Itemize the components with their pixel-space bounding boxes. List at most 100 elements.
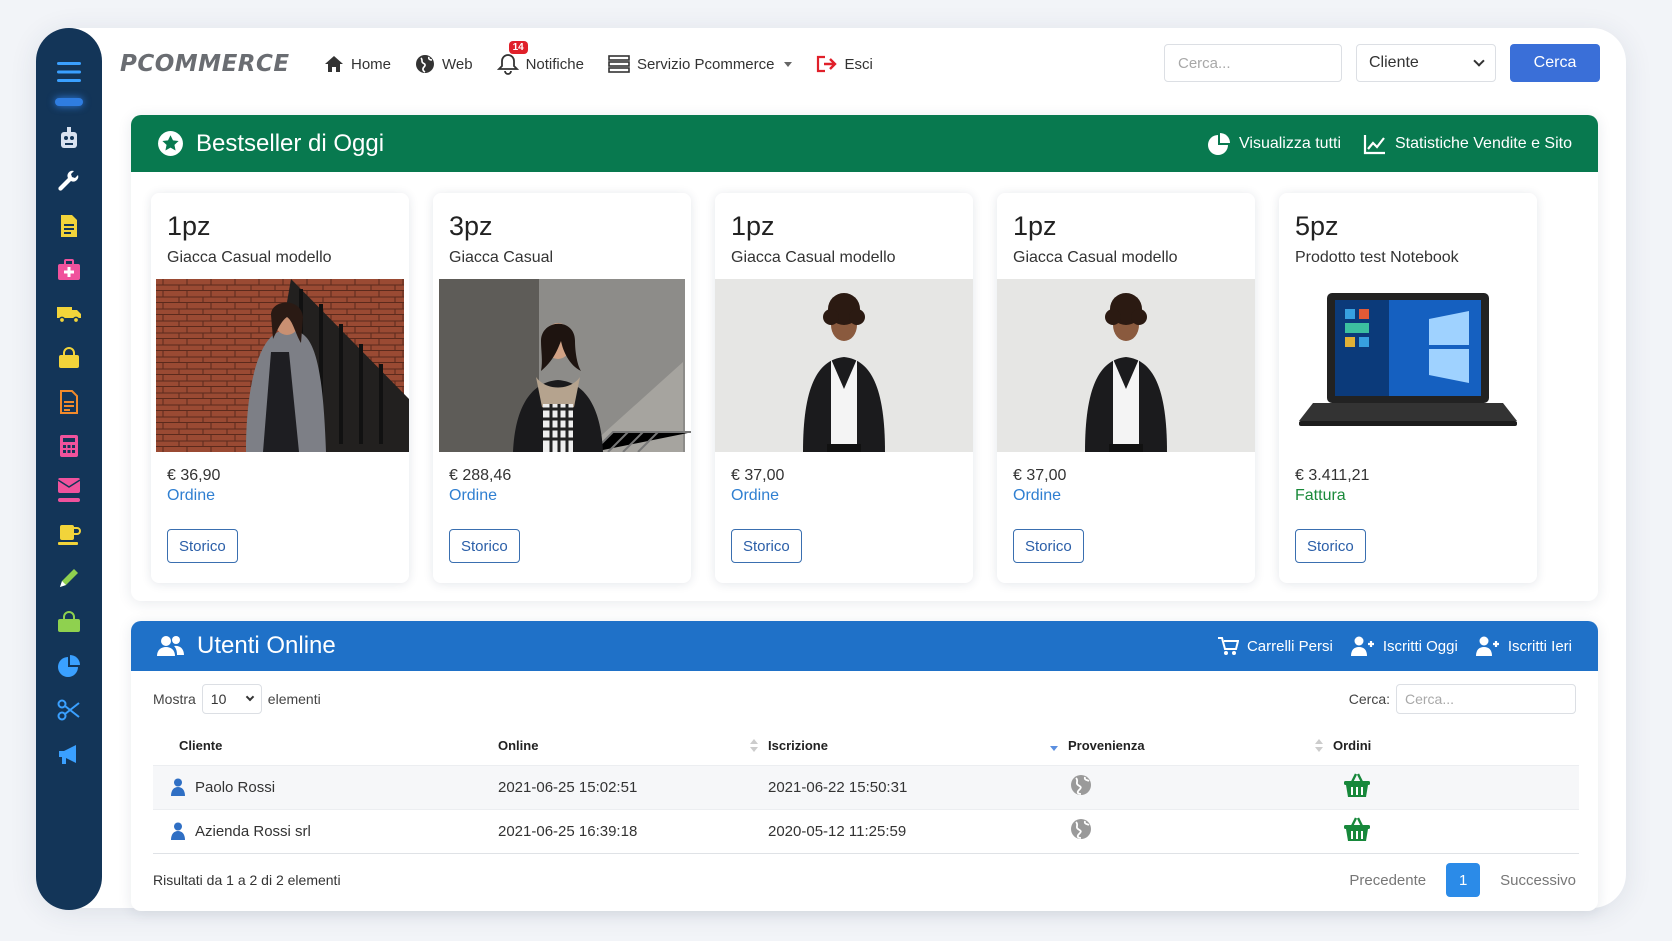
home-icon [325, 56, 343, 72]
column-header-iscrizione-label: Iscrizione [768, 738, 828, 754]
bag-icon[interactable] [47, 602, 91, 642]
pagination: Precedente 1 Successivo [1349, 863, 1576, 897]
shopping-basket-icon[interactable] [1343, 816, 1371, 842]
shopping-basket-icon[interactable] [1343, 772, 1371, 798]
product-invoice-type-link[interactable]: Fattura [1295, 487, 1346, 505]
top-search-input[interactable] [1164, 44, 1342, 82]
top-search-group: Cliente Cerca [1164, 44, 1600, 82]
history-button[interactable]: Storico [449, 529, 520, 563]
online-users-panel: Utenti Online Carrelli Persi Iscritti Og… [131, 621, 1598, 911]
cell-provenienza [1068, 765, 1333, 809]
column-header-cliente[interactable]: Cliente [153, 727, 498, 765]
elements-label: elementi [267, 691, 321, 707]
product-order-type-link[interactable]: Ordine [731, 487, 779, 505]
show-label: Mostra [153, 691, 196, 707]
registered-yesterday-link[interactable]: Iscritti Ieri [1475, 636, 1572, 656]
product-price: € 3.411,21 [1295, 467, 1370, 484]
pagination-previous[interactable]: Precedente [1349, 872, 1426, 889]
sales-stats-label: Statistiche Vendite e Sito [1395, 134, 1572, 152]
search-scope-select[interactable]: Cliente [1356, 44, 1496, 82]
column-header-provenienza[interactable]: Provenienza [1068, 727, 1333, 765]
wrench-icon[interactable] [47, 162, 91, 202]
app-logo[interactable]: PCOMMERCE [120, 51, 320, 77]
product-name: Giacca Casual modello [1013, 249, 1178, 266]
sort-desc-icon [1050, 746, 1058, 751]
menu-icon[interactable] [47, 52, 91, 92]
robot-icon[interactable] [47, 118, 91, 158]
envelope-icon[interactable] [47, 470, 91, 510]
line-chart-icon [1363, 134, 1385, 154]
pagination-page-1[interactable]: 1 [1446, 863, 1481, 897]
customer-name[interactable]: Paolo Rossi [195, 779, 275, 796]
product-image[interactable] [1279, 279, 1537, 452]
file-text-icon[interactable] [47, 382, 91, 422]
cell-iscrizione: 2020-05-12 11:25:59 [768, 822, 907, 840]
product-image[interactable] [997, 279, 1255, 452]
product-price: € 288,46 [449, 467, 512, 484]
medkit-icon[interactable] [47, 250, 91, 290]
product-image[interactable] [433, 279, 691, 452]
product-image[interactable] [151, 279, 409, 452]
customer-name[interactable]: Azienda Rossi srl [195, 823, 311, 840]
cell-ordini [1333, 809, 1579, 853]
nav-web-label: Web [442, 55, 473, 73]
nav-web[interactable]: Web [415, 54, 473, 74]
server-icon [608, 55, 630, 73]
nav-service-dropdown[interactable]: Servizio Pcommerce [608, 55, 792, 73]
nav-logout[interactable]: Esci [816, 55, 873, 73]
history-button[interactable]: Storico [1295, 529, 1366, 563]
table-search-input[interactable] [1396, 684, 1576, 714]
cart-icon [1217, 637, 1239, 655]
user-plus-icon [1350, 636, 1374, 656]
history-button[interactable]: Storico [1013, 529, 1084, 563]
top-navbar: PCOMMERCE Home Web 14 Notifiche Servizio… [120, 40, 1600, 88]
nav-home[interactable]: Home [324, 55, 391, 73]
sidebar [36, 28, 102, 910]
registered-today-label: Iscritti Oggi [1382, 637, 1458, 655]
table-controls: Mostra 10 elementi Cerca: [131, 671, 1598, 727]
column-header-iscrizione[interactable]: Iscrizione [768, 727, 1068, 765]
product-card: 1pz Giacca Casual modello € 36,90 Ordine… [151, 193, 409, 583]
online-users-header: Utenti Online Carrelli Persi Iscritti Og… [131, 621, 1598, 671]
registered-yesterday-label: Iscritti Ieri [1507, 637, 1572, 655]
product-order-type-link[interactable]: Ordine [1013, 487, 1061, 505]
scissors-icon[interactable] [47, 690, 91, 730]
page-length-select[interactable]: 10 [201, 684, 262, 714]
calculator-icon[interactable] [47, 426, 91, 466]
history-button[interactable]: Storico [731, 529, 802, 563]
top-search-button[interactable]: Cerca [1510, 44, 1600, 82]
table-row: Azienda Rossi srl 2021-06-25 16:39:18 20… [153, 809, 1579, 853]
product-price: € 36,90 [167, 467, 221, 484]
registered-today-link[interactable]: Iscritti Oggi [1350, 636, 1458, 656]
lost-carts-link[interactable]: Carrelli Persi [1217, 636, 1333, 656]
product-price: € 37,00 [1013, 467, 1067, 484]
column-header-ordini[interactable]: Ordini [1333, 727, 1579, 765]
cell-cliente: Azienda Rossi srl [153, 809, 498, 853]
sidebar-active-indicator [55, 98, 83, 106]
history-button[interactable]: Storico [167, 529, 238, 563]
product-order-type-link[interactable]: Ordine [449, 487, 497, 505]
pagination-next[interactable]: Successivo [1500, 872, 1576, 889]
truck-icon[interactable] [47, 294, 91, 334]
product-card: 1pz Giacca Casual modello € 37,00 Ordine… [997, 193, 1255, 583]
pencil-icon[interactable] [47, 558, 91, 598]
product-image[interactable] [715, 279, 973, 452]
nav-notifications[interactable]: 14 Notifiche [496, 41, 584, 75]
main-nav: Home Web 14 Notifiche Servizio Pcommerce… [324, 41, 873, 75]
product-card: 3pz Giacca Casual € 288,46 Ordine Storic… [433, 193, 691, 583]
megaphone-icon[interactable] [47, 734, 91, 774]
product-qty: 1pz [167, 211, 211, 241]
mug-icon[interactable] [47, 514, 91, 554]
cell-online: 2021-06-25 16:39:18 [498, 822, 638, 840]
sales-stats-link[interactable]: Statistiche Vendite e Sito [1363, 133, 1572, 155]
pie-chart-icon[interactable] [47, 646, 91, 686]
table-row: Paolo Rossi 2021-06-25 15:02:51 2021-06-… [153, 765, 1579, 809]
document-icon[interactable] [47, 206, 91, 246]
column-header-online[interactable]: Online [498, 727, 768, 765]
view-all-link[interactable]: Visualizza tutti [1207, 132, 1341, 156]
product-order-type-link[interactable]: Ordine [167, 487, 215, 505]
product-name: Giacca Casual modello [167, 249, 332, 266]
column-header-provenienza-label: Provenienza [1068, 738, 1145, 754]
shopping-bag-icon[interactable] [47, 338, 91, 378]
globe-icon [1071, 819, 1091, 839]
